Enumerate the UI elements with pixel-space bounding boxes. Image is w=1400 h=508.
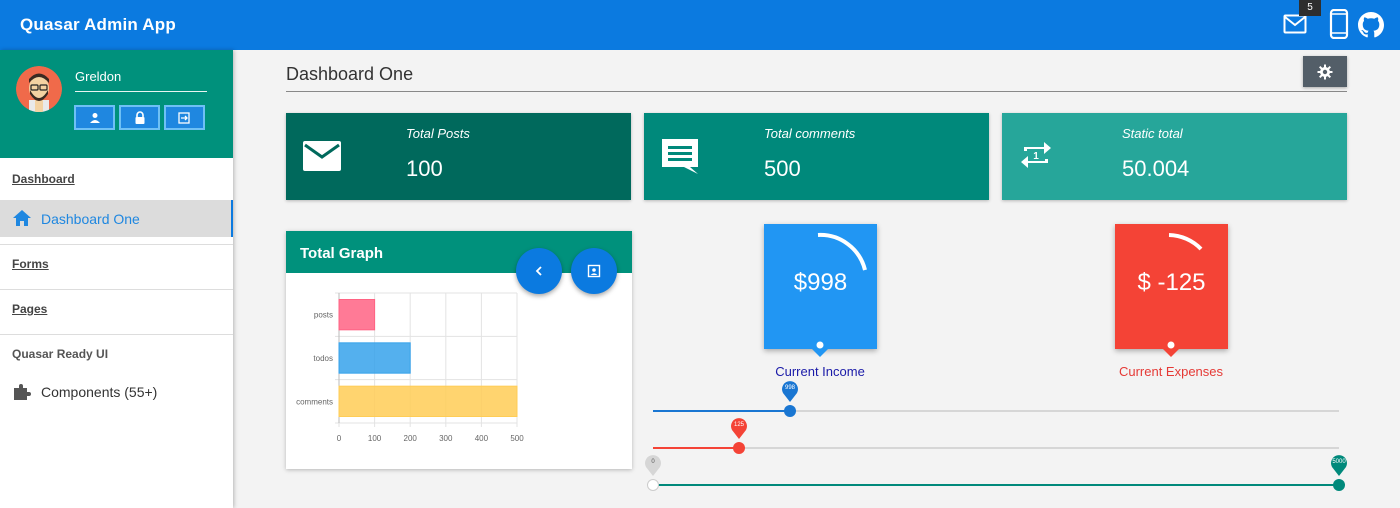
chevron-left-icon bbox=[535, 266, 542, 276]
name-divider bbox=[75, 91, 207, 92]
slider-track bbox=[653, 447, 1339, 449]
income-knob-card[interactable]: $998 bbox=[764, 224, 877, 357]
logout-icon bbox=[178, 111, 190, 124]
graph-title: Total Graph bbox=[300, 245, 384, 262]
stat-value: 100 bbox=[406, 156, 443, 181]
avatar[interactable] bbox=[16, 66, 62, 112]
slider-fill bbox=[653, 447, 739, 449]
github-icon[interactable] bbox=[1358, 12, 1384, 38]
slider-min-thumb[interactable] bbox=[647, 479, 659, 491]
divider bbox=[0, 334, 233, 335]
x-tick-label: 300 bbox=[439, 434, 453, 443]
contact-fab-button[interactable] bbox=[571, 248, 617, 294]
mail-icon[interactable] bbox=[1283, 14, 1307, 34]
slider-max-pin: 5000 bbox=[1330, 455, 1348, 477]
y-tick-label: todos bbox=[313, 354, 333, 363]
stat-label: Total comments bbox=[764, 126, 856, 141]
stat-value: 50.004 bbox=[1122, 156, 1190, 181]
slider-thumb[interactable] bbox=[733, 442, 745, 454]
user-name: Greldon bbox=[75, 69, 122, 84]
top-bar: Quasar Admin App 5 bbox=[0, 0, 1400, 50]
sidebar-heading-dashboard[interactable]: Dashboard bbox=[12, 172, 75, 186]
mail-count-badge: 5 bbox=[1299, 0, 1321, 16]
stat-label: Static total bbox=[1122, 126, 1183, 141]
app-title[interactable]: Quasar Admin App bbox=[20, 15, 176, 35]
logout-button[interactable] bbox=[164, 105, 205, 130]
slider-min-pin: 0 bbox=[644, 455, 662, 477]
title-divider bbox=[286, 91, 1347, 92]
page-title: Dashboard One bbox=[286, 64, 414, 84]
sidebar-item-components[interactable]: Components (55+) bbox=[41, 384, 157, 400]
home-icon bbox=[13, 210, 31, 226]
repeat-one-icon: 1 bbox=[1021, 142, 1051, 168]
svg-text:1: 1 bbox=[1033, 151, 1039, 162]
bar-chart: 0 100 200 300 400 500 posts todos comments bbox=[296, 292, 524, 443]
phone-icon[interactable] bbox=[1329, 9, 1349, 39]
profile-button[interactable] bbox=[74, 105, 115, 130]
stat-value: 500 bbox=[764, 156, 801, 181]
bar-todos bbox=[338, 342, 411, 374]
x-tick-label: 0 bbox=[337, 434, 342, 443]
profile-panel: Greldon bbox=[0, 50, 233, 158]
contact-icon bbox=[587, 264, 601, 278]
income-label: Current Income bbox=[775, 364, 865, 379]
y-tick-label: posts bbox=[314, 311, 333, 320]
income-value: $998 bbox=[793, 269, 848, 296]
expenses-value: $ -125 bbox=[1137, 269, 1206, 296]
collapse-fab-button[interactable] bbox=[516, 248, 562, 294]
sidebar-heading-ready-ui: Quasar Ready UI bbox=[12, 347, 109, 361]
person-icon bbox=[89, 112, 100, 123]
slider-max-thumb[interactable] bbox=[1333, 479, 1345, 491]
slider-max-value: 5000 bbox=[1332, 459, 1346, 465]
y-tick-label: comments bbox=[296, 397, 333, 406]
slider-value-pin: 998 bbox=[781, 381, 799, 403]
stat-card-posts[interactable]: Total Posts 100 bbox=[286, 113, 631, 200]
slider-fill bbox=[653, 484, 1339, 486]
puzzle-icon bbox=[14, 384, 31, 400]
divider bbox=[0, 244, 233, 245]
expenses-label: Current Expenses bbox=[1118, 364, 1224, 379]
stat-card-comments[interactable]: Total comments 500 bbox=[644, 113, 989, 200]
slider-thumb[interactable] bbox=[784, 405, 796, 417]
x-tick-label: 200 bbox=[404, 434, 418, 443]
bar-comments bbox=[338, 385, 518, 417]
sidebar: Greldon Dashboard Dashboard One Forms Pa… bbox=[0, 50, 233, 508]
sidebar-heading-forms[interactable]: Forms bbox=[12, 257, 49, 271]
expenses-knob-card[interactable]: $ -125 bbox=[1115, 224, 1228, 357]
x-tick-label: 100 bbox=[368, 434, 382, 443]
sidebar-item-dashboard-one[interactable]: Dashboard One bbox=[0, 200, 233, 237]
divider bbox=[0, 289, 233, 290]
lock-button[interactable] bbox=[119, 105, 160, 130]
sidebar-item-label: Dashboard One bbox=[41, 211, 140, 227]
slider-fill bbox=[653, 410, 790, 412]
slider-value: 125 bbox=[733, 422, 744, 428]
sidebar-heading-pages[interactable]: Pages bbox=[12, 302, 47, 316]
mail-icon bbox=[303, 141, 341, 171]
stat-label: Total Posts bbox=[406, 126, 470, 141]
stat-card-static[interactable]: 1 Static total 50.004 bbox=[1002, 113, 1347, 200]
slider-value: 998 bbox=[784, 385, 795, 391]
bar-posts bbox=[338, 299, 376, 331]
comment-icon bbox=[662, 139, 698, 174]
gear-icon bbox=[1317, 64, 1333, 79]
x-tick-label: 500 bbox=[510, 434, 524, 443]
lock-icon bbox=[135, 111, 144, 124]
settings-button[interactable] bbox=[1303, 56, 1347, 87]
slider-min-value: 0 bbox=[651, 459, 655, 465]
slider-value-pin: 125 bbox=[730, 418, 748, 440]
x-tick-label: 400 bbox=[475, 434, 489, 443]
